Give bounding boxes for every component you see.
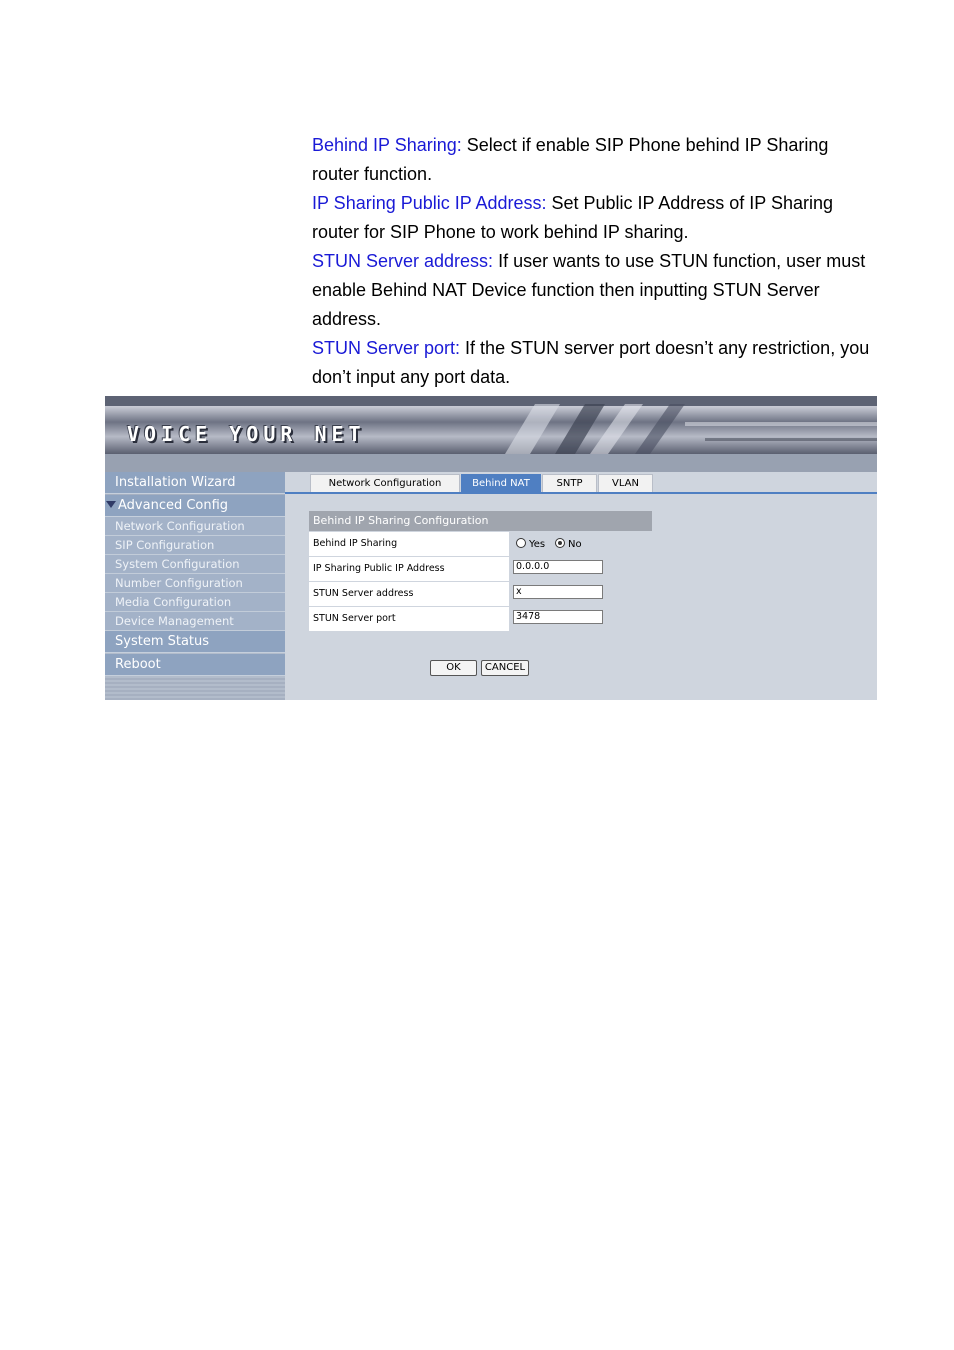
term-label: IP Sharing Public IP Address:	[312, 193, 547, 213]
sidebar-item-label: Advanced Config	[118, 498, 229, 513]
cancel-button[interactable]: CANCEL	[481, 660, 529, 676]
sidebar-item-advanced-config[interactable]: Advanced Config	[105, 495, 285, 517]
main-panel: Network Configuration Behind NAT SNTP VL…	[285, 472, 877, 700]
public-ip-input[interactable]: 0.0.0.0	[513, 560, 603, 574]
sidebar-item-system-status[interactable]: System Status	[105, 631, 285, 653]
tab-network-configuration[interactable]: Network Configuration	[310, 474, 460, 492]
term-label: Behind IP Sharing:	[312, 135, 462, 155]
banner-decoration	[505, 404, 877, 454]
term-label: STUN Server port:	[312, 338, 461, 358]
ok-button[interactable]: OK	[430, 660, 477, 676]
tab-behind-nat[interactable]: Behind NAT	[461, 474, 541, 492]
radio-checked-icon[interactable]	[555, 538, 565, 548]
paragraph-behind-ip-sharing: Behind IP Sharing: Select if enable SIP …	[312, 131, 872, 189]
logo: VOICE YOUR NET	[127, 422, 366, 446]
sidebar-subitem-sip-configuration[interactable]: SIP Configuration	[105, 536, 285, 555]
radio-no-label: No	[568, 539, 582, 550]
behind-ip-sharing-options: Yes No	[511, 532, 652, 556]
radio-unchecked-icon[interactable]	[516, 538, 526, 548]
radio-yes-option[interactable]: Yes	[516, 538, 545, 551]
behind-ip-sharing-label: Behind IP Sharing	[309, 532, 509, 556]
radio-no-option[interactable]: No	[555, 538, 582, 551]
tab-vlan[interactable]: VLAN	[598, 474, 653, 492]
stun-port-label: STUN Server port	[309, 607, 509, 631]
sidebar-subitem-device-management[interactable]: Device Management	[105, 612, 285, 631]
banner-sub-bar	[105, 454, 877, 473]
paragraph-public-ip: IP Sharing Public IP Address: Set Public…	[312, 189, 872, 247]
radio-yes-label: Yes	[529, 539, 546, 550]
tab-underline	[285, 492, 877, 494]
web-ui-screenshot: VOICE YOUR NET Installation Wizard Advan…	[105, 396, 877, 700]
sidebar-item-installation-wizard[interactable]: Installation Wizard	[105, 472, 285, 494]
stun-address-cell: x	[511, 582, 652, 606]
public-ip-cell: 0.0.0.0	[511, 557, 652, 581]
sidebar-subitem-media-configuration[interactable]: Media Configuration	[105, 593, 285, 612]
paragraph-stun-address: STUN Server address: If user wants to us…	[312, 247, 872, 334]
stun-address-label: STUN Server address	[309, 582, 509, 606]
public-ip-label: IP Sharing Public IP Address	[309, 557, 509, 581]
sidebar: Installation Wizard Advanced Config Netw…	[105, 472, 285, 700]
term-label: STUN Server address:	[312, 251, 494, 271]
stun-address-input[interactable]: x	[513, 585, 603, 599]
sidebar-subitem-number-configuration[interactable]: Number Configuration	[105, 574, 285, 593]
section-title: Behind IP Sharing Configuration	[309, 511, 652, 531]
banner: VOICE YOUR NET	[105, 396, 877, 454]
sidebar-subitem-network-configuration[interactable]: Network Configuration	[105, 517, 285, 536]
stun-port-input[interactable]: 3478	[513, 610, 603, 624]
triangle-down-icon	[106, 501, 116, 508]
tab-sntp[interactable]: SNTP	[542, 474, 597, 492]
paragraph-stun-port: STUN Server port: If the STUN server por…	[312, 334, 872, 392]
sidebar-item-reboot[interactable]: Reboot	[105, 654, 285, 676]
document-text: Behind IP Sharing: Select if enable SIP …	[312, 131, 872, 392]
sidebar-subitem-system-configuration[interactable]: System Configuration	[105, 555, 285, 574]
stun-port-cell: 3478	[511, 607, 652, 631]
